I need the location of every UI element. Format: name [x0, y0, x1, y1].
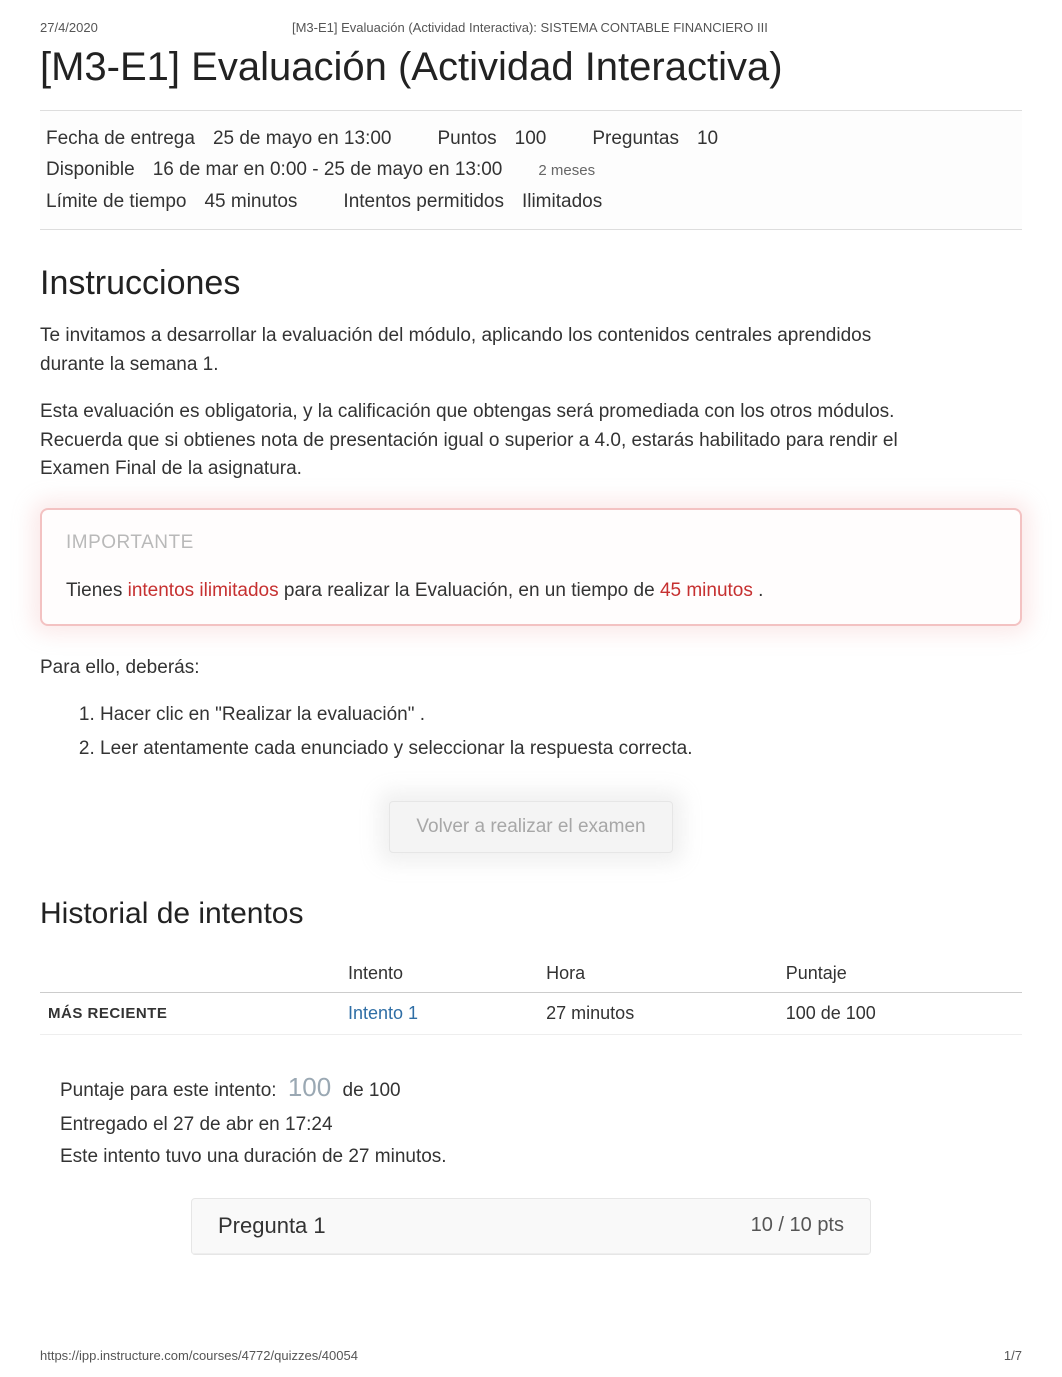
important-red-1: intentos ilimitados: [128, 580, 279, 601]
col-attempt: Intento: [340, 955, 538, 993]
quiz-meta: Fecha de entrega 25 de mayo en 13:00 Pun…: [40, 110, 1022, 230]
due-value: 25 de mayo en 13:00: [213, 123, 392, 154]
due-label: Fecha de entrega: [46, 123, 195, 154]
print-doc-title: [M3-E1] Evaluación (Actividad Interactiv…: [98, 20, 962, 35]
attempt-score: 100 de 100: [778, 992, 1022, 1034]
steps-list: Hacer clic en "Realizar la evaluación" .…: [60, 700, 1022, 765]
score-summary: Puntaje para este intento: 100 de 100 En…: [60, 1065, 1022, 1174]
steps-intro: Para ello, deberás:: [40, 654, 910, 683]
instructions-p2: Esta evaluación es obligatoria, y la cal…: [40, 398, 910, 484]
col-score: Puntaje: [778, 955, 1022, 993]
timelimit-value: 45 minutos: [204, 186, 297, 217]
attempt-history-heading: Historial de intentos: [40, 897, 1022, 931]
available-sub: 2 meses: [538, 159, 595, 184]
step-2: Leer atentamente cada enunciado y selecc…: [100, 734, 1022, 764]
attempt-link[interactable]: Intento 1: [348, 1003, 418, 1023]
instructions-p1: Te invitamos a desarrollar la evaluación…: [40, 322, 910, 379]
duration-text: Este intento tuvo una duración de 27 min…: [60, 1141, 1022, 1173]
print-footer: https://ipp.instructure.com/courses/4772…: [40, 1348, 1022, 1363]
question-points: 10 / 10 pts: [751, 1214, 844, 1237]
instructions-heading: Instrucciones: [40, 264, 1022, 303]
score-value: 100: [282, 1072, 337, 1102]
points-label: Puntos: [437, 123, 496, 154]
available-value: 16 de mar en 0:00 - 25 de mayo en 13:00: [153, 154, 503, 185]
footer-page: 1/7: [1004, 1348, 1022, 1363]
col-time: Hora: [538, 955, 778, 993]
questions-label: Preguntas: [592, 123, 679, 154]
points-value: 100: [515, 123, 547, 154]
print-date: 27/4/2020: [40, 20, 98, 35]
table-row: MÁS RECIENTE Intento 1 27 minutos 100 de…: [40, 992, 1022, 1034]
page-title: [M3-E1] Evaluación (Actividad Interactiv…: [40, 45, 1022, 90]
attempts-label: Intentos permitidos: [343, 186, 504, 217]
footer-url: https://ipp.instructure.com/courses/4772…: [40, 1348, 358, 1363]
available-label: Disponible: [46, 154, 135, 185]
questions-value: 10: [697, 123, 718, 154]
attempt-time: 27 minutos: [538, 992, 778, 1034]
important-red-2: 45 minutos: [660, 580, 753, 601]
important-text: Tienes intentos ilimitados para realizar…: [66, 580, 996, 602]
recent-tag: MÁS RECIENTE: [40, 992, 340, 1034]
submitted-at: Entregado el 27 de abr en 17:24: [60, 1109, 1022, 1141]
attempt-history-table: Intento Hora Puntaje MÁS RECIENTE Intent…: [40, 955, 1022, 1035]
score-label: Puntaje para este intento:: [60, 1080, 282, 1101]
attempts-value: Ilimitados: [522, 186, 602, 217]
step-1: Hacer clic en "Realizar la evaluación" .: [100, 700, 1022, 730]
col-blank: [40, 955, 340, 993]
retake-quiz-button[interactable]: Volver a realizar el examen: [389, 801, 672, 853]
important-title: IMPORTANTE: [66, 532, 996, 554]
print-header: 27/4/2020 [M3-E1] Evaluación (Actividad …: [40, 20, 1022, 35]
score-out-of: de 100: [343, 1080, 401, 1101]
question-card: Pregunta 1 10 / 10 pts: [191, 1198, 871, 1255]
important-box: IMPORTANTE Tienes intentos ilimitados pa…: [40, 508, 1022, 626]
question-title: Pregunta 1: [218, 1213, 326, 1239]
timelimit-label: Límite de tiempo: [46, 186, 186, 217]
